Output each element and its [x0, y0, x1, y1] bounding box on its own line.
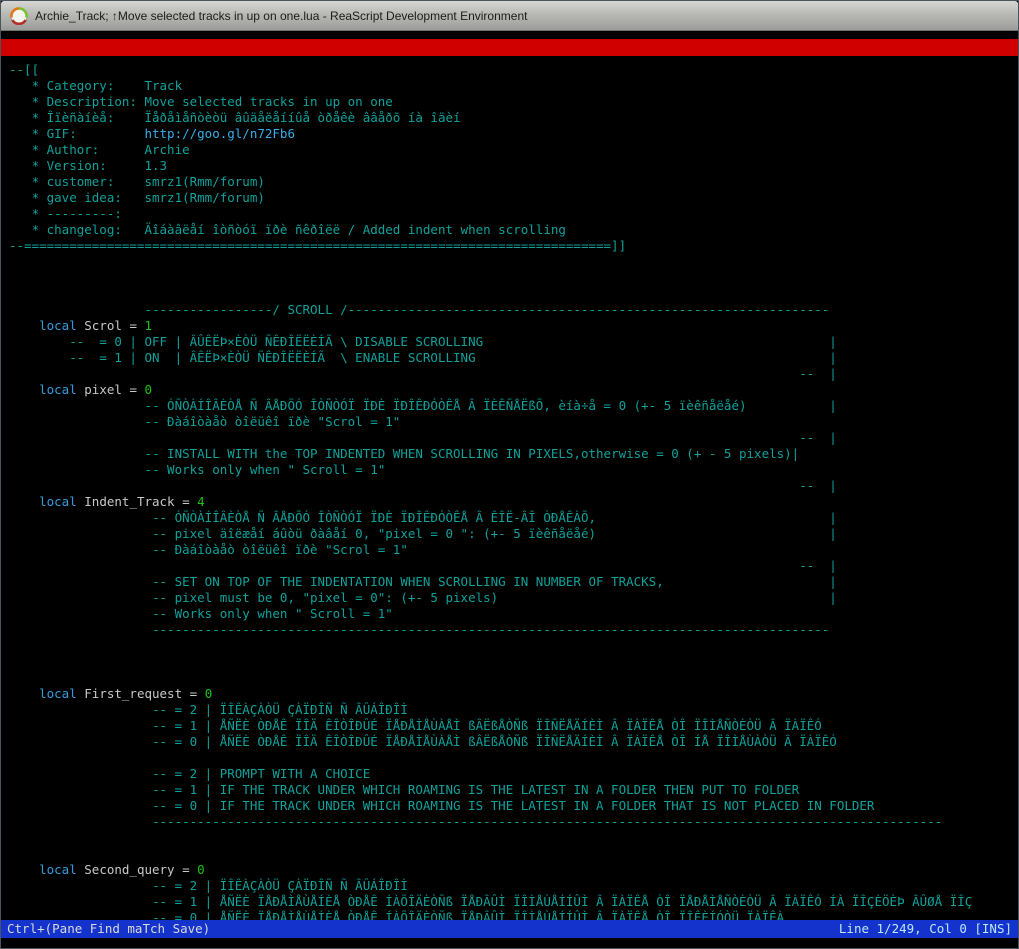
- code-line: -- INSTALL WITH the TOP INDENTED WHEN SC…: [9, 446, 800, 461]
- code-line: -- ÓÑÒÀÍÎÂÈÒÅ Ñ ÂÅÐÕÓ ÎÒÑÒÓÏ ÏÐÈ ÏÐÎÊÐÓÒ…: [9, 510, 837, 525]
- code-line: * gave idea: smrz1(Rmm/forum): [9, 190, 265, 205]
- ide-window: Archie_Track; ↑Move selected tracks in u…: [0, 0, 1019, 949]
- code-line: -- = 2 | ÏÎÊÀÇÀÒÜ ÇÀÏÐÎÑ Ñ ÂÛÁÎÐÎÌ: [9, 702, 408, 717]
- code-line: -- = 1 | ÅÑËÈ ÒÐÅÊ ÏÎÄ ÊÎÒÎÐÛÉ ÏÅÐÅÌÅÙÀÅ…: [9, 718, 822, 733]
- code-line: -- = 0 | OFF | ÂÛÊËÞ×ÈÒÜ ÑÊÐÎËËÈÍÃ \ DIS…: [9, 334, 837, 349]
- code-line: local Indent_Track = 4: [39, 494, 205, 509]
- code-line: -- |: [9, 558, 837, 573]
- window-title: Archie_Track; ↑Move selected tracks in u…: [35, 8, 528, 23]
- code-line: -- = 2 | ÏÎÊÀÇÀÒÜ ÇÀÏÐÎÑ Ñ ÂÛÁÎÐÎÌ: [9, 878, 408, 893]
- code-line: -- ÓÑÒÀÍÎÂÈÒÅ Ñ ÂÅÐÕÓ ÎÒÑÒÓÏ ÏÐÈ ÏÐÎÊÐÓÒ…: [9, 398, 837, 413]
- code-line: * customer: smrz1(Rmm/forum): [9, 174, 265, 189]
- reaper-icon: [10, 6, 28, 25]
- code-line: * Version: 1.3: [9, 158, 168, 173]
- code-line: -- |: [9, 366, 837, 381]
- code-line: ----------------------------------------…: [9, 622, 830, 637]
- code-line: -- Works only when " Scroll = 1": [9, 462, 386, 477]
- code-line: * changelog: Äîáàâëåí îòñòóï ïðè ñêðîëë …: [9, 222, 566, 237]
- code-line: -- = 2 | PROMPT WITH A CHOICE: [9, 766, 371, 781]
- code-line: -- = 0 | IF THE TRACK UNDER WHICH ROAMIN…: [9, 798, 875, 813]
- code-line: -- = 1 | ON | ÂÊËÞ×ÈÒÜ ÑÊÐÎËËÈÍÃ \ ENABL…: [9, 350, 837, 365]
- code-line: -- Ðàáîòàåò òîëüêî ïðè "Scrol = 1": [9, 542, 408, 557]
- code-line: local Second_query = 0: [39, 862, 205, 877]
- code-line: --[[: [9, 62, 40, 77]
- code-line: -- pixel äîëæåí áûòü ðàâåí 0, "pixel = 0…: [9, 526, 837, 541]
- code-area[interactable]: --[[ * Category: Track * Description: Mo…: [1, 56, 1018, 920]
- code-line: local pixel = 0: [39, 382, 153, 397]
- code-line: -- |: [9, 478, 837, 493]
- code-line: -- Ðàáîòàåò òîëüêî ïðè "Scrol = 1": [9, 414, 401, 429]
- code-line: -- = 0 | ÅÑËÈ ÒÐÅÊ ÏÎÄ ÊÎÒÎÐÛÉ ÏÅÐÅÌÅÙÀÅ…: [9, 734, 837, 749]
- status-cursor-position: Line 1/249, Col 0 [INS]: [838, 921, 1012, 936]
- code-line: ----------------------------------------…: [9, 814, 943, 829]
- code-line: * Îïèñàíèå: Ïåðåìåñòèòü âûäåëåííûå òðåêè…: [9, 110, 461, 125]
- code-line: -- |: [9, 430, 837, 445]
- code-line: -- = 1 | IF THE TRACK UNDER WHICH ROAMIN…: [9, 782, 800, 797]
- title-bar[interactable]: Archie_Track; ↑Move selected tracks in u…: [1, 1, 1018, 31]
- code-line: -- = 1 | ÅÑËÈ ÏÅÐÅÌÅÙÅÍÈÅ ÒÐÅÊ ÍÀÕÎÄÈÒÑß…: [9, 894, 973, 909]
- status-shortcuts: Ctrl+(Pane Find maTch Save): [7, 921, 211, 936]
- window-bottom-edge: [1, 938, 1018, 948]
- window-gap: [1, 31, 1018, 39]
- file-path-bar: C:\Program Files\REAPER (x64)\Scripts\Co…: [1, 39, 1018, 56]
- code-line: * Author: Archie: [9, 142, 190, 157]
- code-line: --======================================…: [9, 238, 627, 253]
- code-line: * GIF: http://goo.gl/n72Fb6: [9, 126, 295, 141]
- code-line: -- Works only when " Scroll = 1": [9, 606, 393, 621]
- status-bar: Ctrl+(Pane Find maTch Save) Line 1/249, …: [1, 920, 1018, 938]
- code-line: * Category: Track: [9, 78, 183, 93]
- code-line: * ---------:: [9, 206, 122, 221]
- code-line: -----------------/ SCROLL /-------------…: [9, 302, 830, 317]
- code-line: local Scrol = 1: [39, 318, 153, 333]
- code-line: * Description: Move selected tracks in u…: [9, 94, 393, 109]
- code-line: -- = 0 | ÅÑËÈ ÏÅÐÅÌÅÙÅÍÈÅ ÒÐÅÊ ÍÀÕÎÄÈÒÑß…: [9, 910, 785, 920]
- code-line: local First_request = 0: [39, 686, 213, 701]
- code-line: -- SET ON TOP OF THE INDENTATION WHEN SC…: [9, 574, 837, 589]
- code-line: -- pixel must be 0, "pixel = 0": (+- 5 p…: [9, 590, 837, 605]
